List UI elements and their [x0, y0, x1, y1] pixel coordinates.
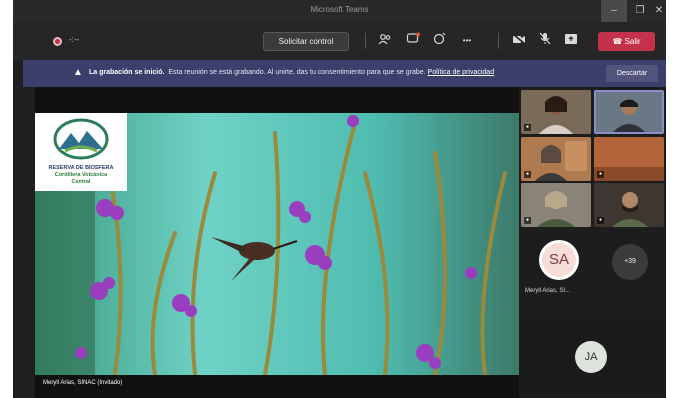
participants-icon[interactable] — [375, 32, 395, 50]
participant-portrait — [596, 92, 662, 132]
phone-icon: ☎ — [612, 37, 623, 46]
participants-gallery: ● ● ● ● ● SA Meryll Arias, SI... +39 JA — [519, 87, 666, 398]
warning-icon: ▲ — [73, 67, 83, 78]
chat-icon[interactable] — [403, 32, 423, 50]
stage-letterbox-top — [35, 87, 519, 113]
participant-video-tile[interactable]: ● — [521, 90, 591, 134]
participant-video-tile[interactable]: ● — [521, 183, 591, 227]
participant-name-label: Meryll Arias, SI... — [525, 288, 571, 294]
recording-indicator — [53, 37, 62, 46]
minimize-button[interactable]: – — [601, 0, 627, 22]
mic-icon: ● — [524, 171, 531, 178]
participant-video-tile[interactable]: ● — [594, 137, 664, 181]
close-button[interactable]: ✕ — [646, 0, 666, 22]
mic-icon: ● — [524, 124, 531, 131]
leave-button[interactable]: ☎ Salir — [598, 32, 655, 51]
mic-icon: ● — [524, 217, 531, 224]
participant-portrait — [521, 183, 591, 227]
camera-off-icon[interactable] — [509, 32, 529, 50]
logo-line2: Cordillera Volcánica — [55, 172, 108, 178]
meeting-timer: -:-- — [69, 35, 80, 44]
shared-video: RESERVA DE BIOSFERA Cordillera Volcánica… — [35, 113, 519, 375]
avatar-ja[interactable]: JA — [575, 341, 607, 373]
mic-off-icon[interactable] — [535, 32, 555, 50]
mic-icon: ● — [597, 171, 604, 178]
more-participants-button[interactable]: +39 — [612, 244, 648, 280]
recording-banner: ▲ La grabación se inició. Esta reunión s… — [23, 60, 666, 87]
recording-text: Esta reunión se está grabando. Al unirte… — [168, 69, 426, 76]
title-bar: Microsoft Teams – ❐ ✕ — [13, 0, 666, 22]
recording-title: La grabación se inició. — [89, 69, 165, 76]
toolbar-divider — [365, 33, 366, 49]
stage-letterbox-bottom: Meryll Arias, SINAC (Invitado) — [35, 375, 519, 398]
privacy-link[interactable]: Política de privacidad — [428, 69, 495, 76]
share-icon[interactable] — [561, 32, 581, 50]
participant-video-tile-active[interactable] — [594, 90, 664, 134]
recording-message: La grabación se inició. Esta reunión se … — [89, 69, 494, 76]
speaker-name-label: Meryll Arias, SINAC (Invitado) — [43, 380, 123, 386]
participant-portrait — [521, 137, 591, 181]
more-options-icon[interactable]: ••• — [457, 32, 477, 50]
dismiss-button[interactable]: Descartar — [606, 65, 658, 82]
self-view-tile: JA — [521, 319, 664, 395]
mic-icon: ● — [597, 217, 604, 224]
teams-window: Microsoft Teams – ❐ ✕ -:-- Solicitar con… — [13, 0, 666, 398]
participant-video-tile[interactable]: ● — [594, 183, 664, 227]
toolbar-divider — [498, 33, 499, 49]
participant-portrait — [521, 90, 591, 134]
reactions-icon[interactable] — [430, 32, 450, 50]
leave-label: Salir — [624, 37, 641, 46]
avatar-sa[interactable]: SA — [539, 240, 579, 280]
logo-line1: RESERVA DE BIOSFERA — [49, 165, 114, 171]
participant-video-tile[interactable]: ● — [521, 137, 591, 181]
window-title: Microsoft Teams — [310, 5, 369, 14]
mountain-logo-icon: RESERVA DE BIOSFERA Cordillera Volcánica… — [49, 118, 114, 185]
participant-portrait — [594, 183, 664, 227]
request-control-button[interactable]: Solicitar control — [263, 32, 349, 51]
meeting-toolbar: -:-- Solicitar control ••• ☎ Salir — [13, 22, 666, 60]
logo-line3: Central — [72, 179, 91, 185]
biosphere-logo: RESERVA DE BIOSFERA Cordillera Volcánica… — [35, 113, 127, 191]
participant-portrait — [594, 137, 664, 181]
